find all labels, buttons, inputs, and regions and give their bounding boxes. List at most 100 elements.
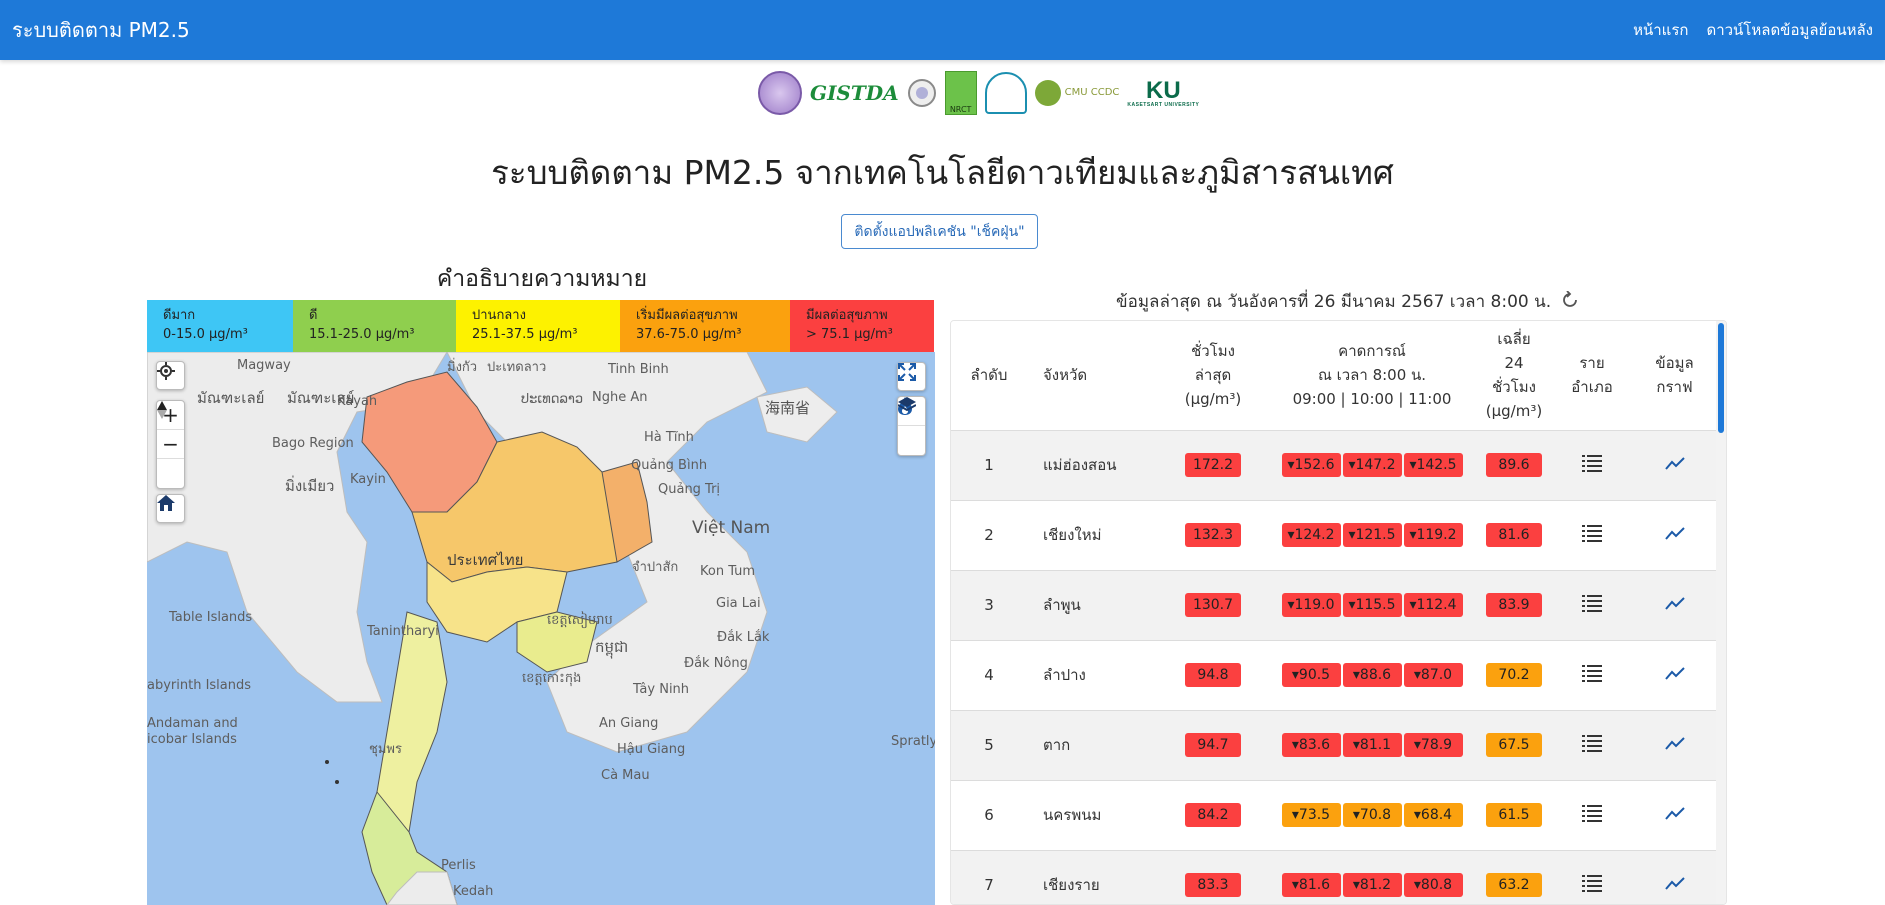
forecast-badge: ▾112.4 (1403, 593, 1463, 617)
latest-badge: 94.7 (1185, 733, 1241, 757)
graph-cell (1631, 570, 1718, 641)
list-icon[interactable] (1582, 664, 1602, 686)
latest-cell: 94.7 (1157, 710, 1269, 781)
map-label: ปะเทดลาว (487, 360, 547, 375)
pm25-map[interactable]: Magway Kayah Bago Region มัณฑะเลย์ มัณฑะ… (147, 352, 935, 905)
header-province: จังหวัด (1027, 321, 1157, 431)
header-forecast-line2: ณ เวลา 8:00 น. (1317, 366, 1427, 385)
avg-cell: 61.5 (1475, 780, 1553, 851)
nrct-logo: NRCT (944, 71, 977, 115)
province-cell[interactable]: แม่ฮ่องสอน (1027, 430, 1157, 501)
latest-cell: 84.2 (1157, 780, 1269, 851)
list-icon[interactable] (1582, 874, 1602, 896)
avg-badge: 61.5 (1486, 803, 1542, 827)
header-graph-line1: ข้อมูล (1655, 354, 1694, 373)
table-row[interactable]: 7 เชียงราย 83.3 ▾81.6 ▾81.2 ▾80.8 63.2 (951, 850, 1718, 904)
forecast-badge: ▾152.6 (1281, 453, 1341, 477)
forecast-badge: ▾83.6 (1281, 733, 1341, 757)
legend-good: ดี 15.1-25.0 µg/m³ (293, 300, 456, 352)
table-row[interactable]: 5 ตาก 94.7 ▾83.6 ▾81.1 ▾78.9 67.5 (951, 710, 1718, 781)
list-icon[interactable] (1582, 734, 1602, 756)
table-row[interactable]: 4 ลำปาง 94.8 ▾90.5 ▾88.6 ▾87.0 70.2 (951, 640, 1718, 711)
forecast-cell: ▾73.5 ▾70.8 ▾68.4 (1269, 780, 1475, 851)
line-chart-icon[interactable] (1664, 736, 1685, 754)
latest-badge: 130.7 (1185, 593, 1241, 617)
nrct-logo-text: NRCT (949, 105, 972, 114)
forecast-badge: ▾119.0 (1281, 593, 1341, 617)
zoom-controls: + − (156, 400, 185, 489)
compass-icon[interactable] (157, 401, 184, 488)
province-cell[interactable]: นครพนม (1027, 780, 1157, 851)
province-cell[interactable]: ลำพูน (1027, 570, 1157, 641)
map-label: កម្ពុជា (595, 638, 629, 656)
scrollbar[interactable] (1716, 321, 1726, 904)
list-icon[interactable] (1582, 454, 1602, 476)
graph-cell (1631, 710, 1718, 781)
avg-badge: 83.9 (1486, 593, 1542, 617)
avg-badge: 63.2 (1486, 873, 1542, 897)
nav-link-home[interactable]: หน้าแรก (1633, 18, 1688, 42)
locate-icon[interactable] (156, 361, 185, 390)
map-label: Đắk Nông (684, 656, 748, 671)
line-chart-icon[interactable] (1664, 456, 1685, 474)
latest-cell: 172.2 (1157, 430, 1269, 501)
list-icon[interactable] (1582, 594, 1602, 616)
forecast-cell: ▾83.6 ▾81.1 ▾78.9 (1269, 710, 1475, 781)
latest-badge: 132.3 (1185, 523, 1241, 547)
ranking-table: ลำดับ จังหวัด ชั่วโมง ล่าสุด (µg/m³) คาด… (950, 320, 1727, 905)
header-district: ราย อำเภอ (1553, 321, 1631, 431)
forecast-cell: ▾119.0 ▾115.5 ▾112.4 (1269, 570, 1475, 641)
refresh-icon[interactable] (1561, 289, 1579, 314)
home-icon[interactable] (156, 494, 185, 523)
layers-icon[interactable] (898, 397, 925, 455)
zoom-out-icon[interactable]: − (157, 430, 184, 459)
province-cell[interactable]: เชียงราย (1027, 850, 1157, 904)
line-chart-icon[interactable] (1664, 526, 1685, 544)
table-row[interactable]: 2 เชียงใหม่ 132.3 ▾124.2 ▾121.5 ▾119.2 81.6 (951, 500, 1718, 571)
graph-cell (1631, 430, 1718, 501)
install-app-button[interactable]: ติดตั้งแอปพลิเคชัน "เช็คฝุ่น" (841, 214, 1038, 249)
scrollbar-thumb[interactable] (1718, 323, 1724, 433)
department-logo (984, 72, 1027, 114)
latest-cell: 83.3 (1157, 850, 1269, 904)
forecast-badge: ▾80.8 (1403, 873, 1463, 897)
map-label: Kedah (453, 884, 494, 899)
line-chart-icon[interactable] (1664, 806, 1685, 824)
forecast-badge: ▾68.4 (1403, 803, 1463, 827)
avg-cell: 81.6 (1475, 500, 1553, 571)
latest-badge: 84.2 (1185, 803, 1241, 827)
header-forecast: คาดการณ์ ณ เวลา 8:00 น. 09:00 | 10:00 | … (1269, 321, 1475, 431)
forecast-badge: ▾124.2 (1281, 523, 1341, 547)
table-row[interactable]: 6 นครพนม 84.2 ▾73.5 ▾70.8 ▾68.4 61.5 (951, 780, 1718, 851)
map-canvas (147, 352, 935, 905)
table-row[interactable]: 1 แม่ฮ่องสอน 172.2 ▾152.6 ▾147.2 ▾142.5 89.6 (951, 430, 1718, 501)
forecast-cell: ▾90.5 ▾88.6 ▾87.0 (1269, 640, 1475, 711)
map-label: Bago Region (272, 436, 354, 451)
latest-cell: 94.8 (1157, 640, 1269, 711)
header-latest: ชั่วโมง ล่าสุด (µg/m³) (1157, 321, 1269, 431)
line-chart-icon[interactable] (1664, 876, 1685, 894)
list-icon[interactable] (1582, 804, 1602, 826)
table-row[interactable]: 3 ลำพูน 130.7 ▾119.0 ▾115.5 ▾112.4 83.9 (951, 570, 1718, 641)
map-label: Hà Tĩnh (644, 430, 694, 445)
last-updated: ข้อมูลล่าสุด ณ วันอังคารที่ 26 มีนาคม 25… (1116, 288, 1579, 315)
list-icon[interactable] (1582, 524, 1602, 546)
nav-link-download[interactable]: ดาวน์โหลดข้อมูลย้อนหลัง (1706, 18, 1873, 42)
forecast-badge: ▾115.5 (1342, 593, 1402, 617)
line-chart-icon[interactable] (1664, 666, 1685, 684)
brand-title[interactable]: ระบบติดตาม PM2.5 (12, 14, 190, 46)
province-cell[interactable]: ลำปาง (1027, 640, 1157, 711)
fullscreen-icon[interactable] (897, 362, 926, 391)
province-cell[interactable]: ตาก (1027, 710, 1157, 781)
map-label: ປະເທດລາວ (521, 392, 584, 407)
aqi-legend: ดีมาก 0-15.0 µg/m³ ดี 15.1-25.0 µg/m³ ปา… (147, 300, 934, 352)
map-label: มิ่งเมียว (285, 477, 335, 495)
map-label: Nghe An (592, 390, 648, 405)
rank-cell: 3 (951, 570, 1027, 641)
avg-badge: 81.6 (1486, 523, 1542, 547)
map-label: ខេត្តសៀមរាប (547, 613, 613, 628)
navbar: ระบบติดตาม PM2.5 หน้าแรก ดาวน์โหลดข้อมูล… (0, 0, 1885, 60)
province-cell[interactable]: เชียงใหม่ (1027, 500, 1157, 571)
legend-label: ดีมาก (163, 308, 196, 323)
line-chart-icon[interactable] (1664, 596, 1685, 614)
